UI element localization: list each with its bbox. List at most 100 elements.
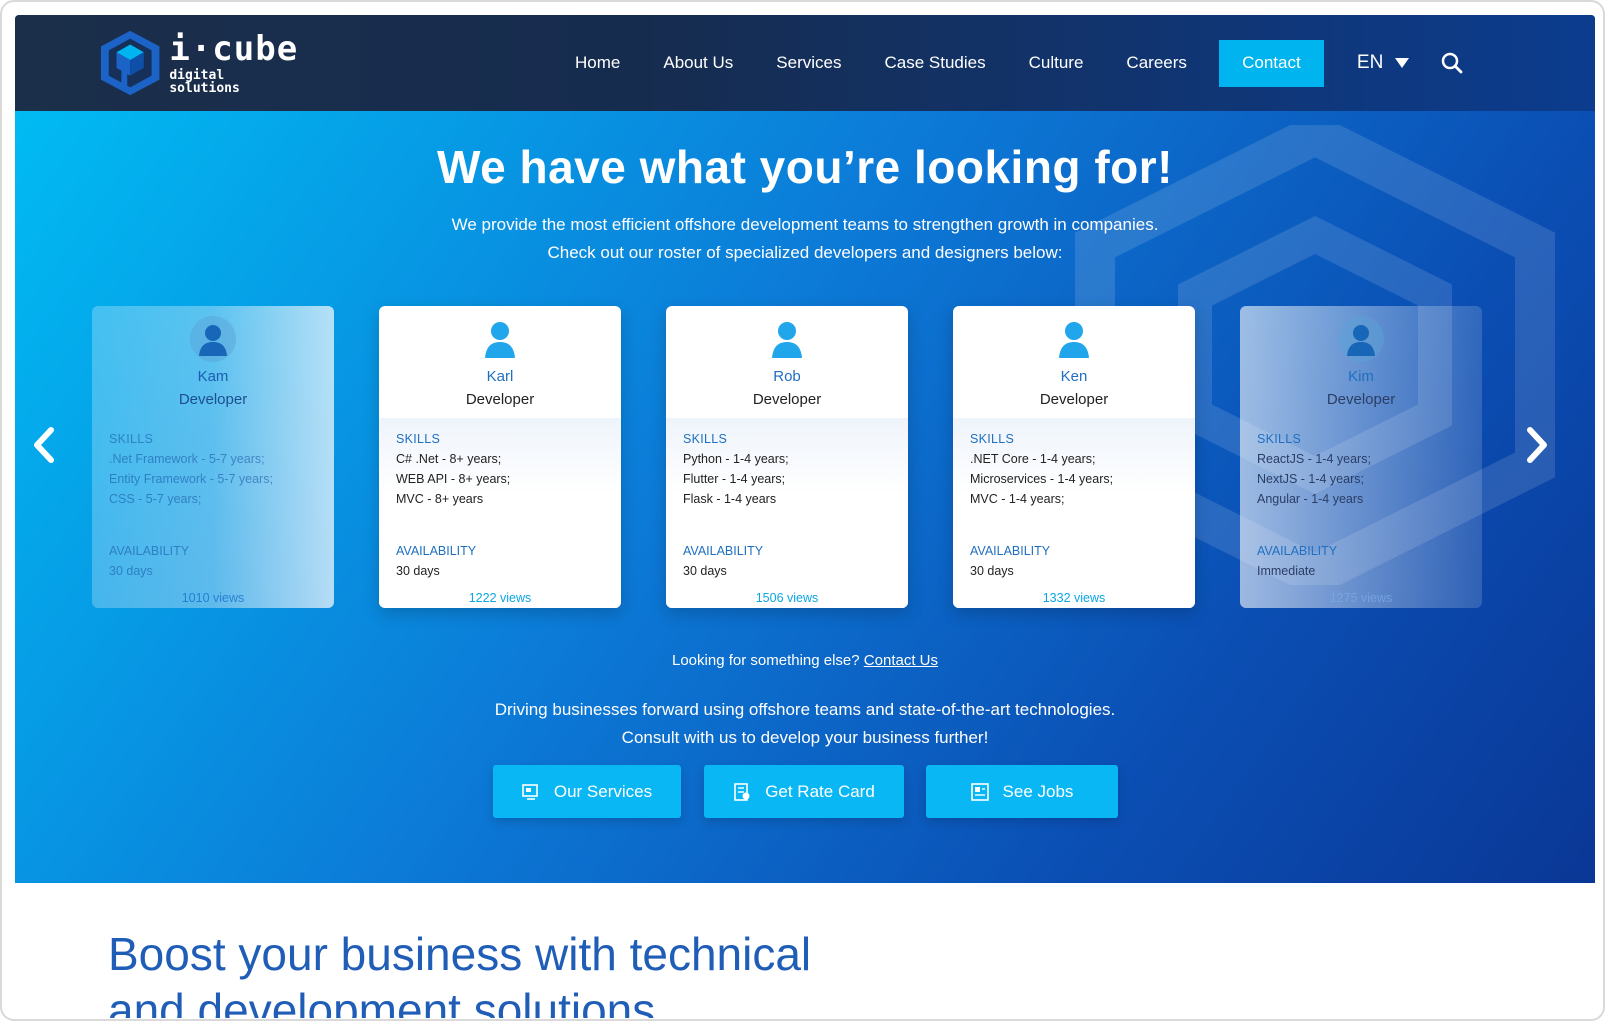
skills-label: SKILLS (109, 432, 154, 446)
nav-culture[interactable]: Culture (1029, 53, 1084, 73)
card-body: SKILLS .Net Framework - 5-7 years; Entit… (92, 418, 334, 608)
caret-down-icon (1395, 58, 1410, 68)
card-header: Ken Developer (953, 306, 1195, 418)
skills-label: SKILLS (1257, 432, 1302, 446)
hero-section: i·cube digital solutions Home About Us S… (15, 15, 1595, 883)
developer-role: Developer (1039, 391, 1109, 408)
nav-home[interactable]: Home (575, 53, 620, 73)
hero-subtitle-line1: We provide the most efficient offshore d… (451, 215, 1159, 234)
views-count: 1332 views (1042, 591, 1106, 605)
services-icon (522, 783, 538, 800)
developer-name: Ken (1060, 368, 1088, 385)
skill-item: Entity Framework - 5-7 years; (109, 472, 273, 486)
skill-item: NextJS - 1-4 years; (1257, 472, 1364, 486)
developer-role: Developer (465, 391, 535, 408)
logo-text: i·cube digital solutions (169, 32, 299, 95)
cube-logo-icon (100, 30, 160, 96)
our-services-button[interactable]: Our Services (493, 765, 681, 818)
nav-services[interactable]: Services (776, 53, 841, 73)
get-rate-card-label: Get Rate Card (765, 781, 875, 801)
logo[interactable]: i·cube digital solutions (99, 27, 299, 99)
skill-item: WEB API - 8+ years; (396, 472, 511, 486)
developer-name: Kam (197, 368, 229, 385)
developer-card[interactable]: Rob Developer SKILLS Python - 1-4 years;… (666, 306, 908, 608)
skill-item: Flutter - 1-4 years; (683, 472, 786, 486)
skill-item: MVC - 1-4 years; (970, 492, 1065, 506)
card-body: SKILLS .NET Core - 1-4 years; Microservi… (953, 418, 1195, 608)
get-rate-card-button[interactable]: Get Rate Card (704, 765, 904, 818)
skill-item: CSS - 5-7 years; (109, 492, 202, 506)
hero-title: We have what you’re looking for! (437, 141, 1173, 193)
availability-value: 30 days (109, 564, 153, 578)
user-avatar-icon (1338, 316, 1384, 362)
language-selector[interactable]: EN (1356, 52, 1410, 74)
driving-line1: Driving businesses forward using offshor… (494, 700, 1116, 719)
card-header: Kam Developer (92, 306, 334, 418)
skill-item: Angular - 1-4 years (1257, 492, 1364, 506)
skill-item: .NET Core - 1-4 years; (970, 452, 1096, 466)
language-label: EN (1356, 52, 1384, 73)
page-frame: i·cube digital solutions Home About Us S… (0, 0, 1605, 1021)
card-header: Kim Developer (1240, 306, 1482, 418)
site-header: i·cube digital solutions Home About Us S… (15, 15, 1595, 111)
availability-value: 30 days (970, 564, 1014, 578)
nav-case-studies[interactable]: Case Studies (884, 53, 985, 73)
search-icon[interactable] (1441, 52, 1463, 74)
skill-item: Flask - 1-4 years (683, 492, 777, 506)
user-avatar-icon (190, 316, 236, 362)
skill-item: MVC - 8+ years (396, 492, 484, 506)
availability-label: AVAILABILITY (1257, 544, 1338, 558)
rate-card-icon (734, 782, 750, 801)
looking-for-else: Looking for something else? Contact Us (15, 652, 1595, 669)
skill-item: ReactJS - 1-4 years; (1257, 452, 1371, 466)
see-jobs-button[interactable]: See Jobs (926, 765, 1118, 818)
views-count: 1222 views (468, 591, 532, 605)
nav-about-us[interactable]: About Us (663, 53, 733, 73)
skill-item: Microservices - 1-4 years; (970, 472, 1114, 486)
skills-label: SKILLS (683, 432, 728, 446)
user-avatar-icon (1059, 322, 1089, 358)
carousel-prev-arrow-icon[interactable] (29, 425, 59, 465)
developer-card[interactable]: Kim Developer SKILLS ReactJS - 1-4 years… (1240, 306, 1482, 608)
developer-role: Developer (1326, 391, 1396, 408)
availability-value: Immediate (1257, 564, 1316, 578)
developer-name: Karl (486, 368, 514, 385)
skill-item: C# .Net - 8+ years; (396, 452, 502, 466)
logo-subtitle: digital solutions (169, 67, 240, 96)
developer-name: Rob (773, 368, 801, 385)
views-count: 1506 views (755, 591, 819, 605)
availability-label: AVAILABILITY (109, 544, 190, 558)
boost-line1: Boost your business with technical (108, 928, 812, 980)
views-count: 1275 views (1329, 591, 1393, 605)
user-avatar-icon (772, 322, 802, 358)
user-avatar-icon (485, 322, 515, 358)
skills-label: SKILLS (970, 432, 1015, 446)
developer-role: Developer (178, 391, 248, 408)
card-body: SKILLS C# .Net - 8+ years; WEB API - 8+ … (379, 418, 621, 608)
nav-careers[interactable]: Careers (1126, 53, 1186, 73)
availability-value: 30 days (396, 564, 440, 578)
developer-card[interactable]: Ken Developer SKILLS .NET Core - 1-4 yea… (953, 306, 1195, 608)
hero-subtitle-line2: Check out our roster of specialized deve… (547, 243, 1063, 262)
views-count: 1010 views (181, 591, 245, 605)
carousel-next-arrow-icon[interactable] (1522, 425, 1552, 465)
availability-label: AVAILABILITY (683, 544, 764, 558)
availability-label: AVAILABILITY (970, 544, 1051, 558)
card-body: SKILLS Python - 1-4 years; Flutter - 1-4… (666, 418, 908, 608)
card-header: Karl Developer (379, 306, 621, 418)
availability-value: 30 days (683, 564, 727, 578)
driving-line2: Consult with us to develop your business… (621, 728, 989, 747)
logo-name: i·cube (169, 28, 299, 69)
looking-text: Looking for something else? (672, 652, 860, 669)
boost-heading: Boost your business with technical and d… (108, 926, 1008, 1018)
developer-card[interactable]: Karl Developer SKILLS C# .Net - 8+ years… (379, 306, 621, 608)
contact-button[interactable]: Contact (1218, 39, 1324, 87)
developer-card[interactable]: Kam Developer SKILLS .Net Framework - 5-… (92, 306, 334, 608)
jobs-icon (970, 782, 989, 801)
skill-item: .Net Framework - 5-7 years; (109, 452, 265, 466)
boost-line2: and development solutions (108, 984, 656, 1018)
card-header: Rob Developer (666, 306, 908, 418)
contact-us-link[interactable]: Contact Us (864, 652, 938, 669)
our-services-label: Our Services (553, 781, 653, 801)
see-jobs-label: See Jobs (1002, 781, 1074, 801)
